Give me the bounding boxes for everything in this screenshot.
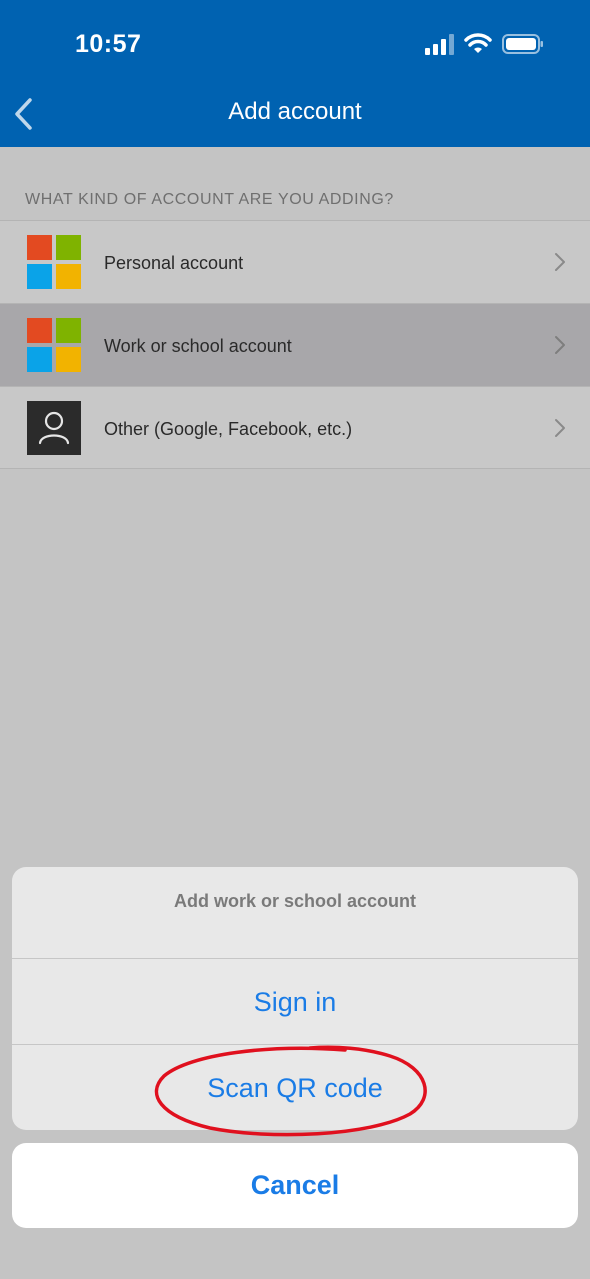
microsoft-logo-icon xyxy=(27,235,81,289)
section-header: WHAT KIND OF ACCOUNT ARE YOU ADDING? xyxy=(25,191,394,208)
chevron-right-icon xyxy=(555,253,565,271)
wifi-icon xyxy=(464,33,492,53)
sign-in-button[interactable]: Sign in xyxy=(12,958,578,1044)
chevron-right-icon xyxy=(555,419,565,437)
scan-qr-code-button[interactable]: Scan QR code xyxy=(12,1044,578,1130)
action-sheet: Add work or school account Sign in Scan … xyxy=(12,867,578,1130)
battery-icon xyxy=(502,34,543,54)
list-item-label: Work or school account xyxy=(104,336,292,356)
action-sheet-title: Add work or school account xyxy=(173,891,417,911)
status-time: 10:57 xyxy=(75,30,142,58)
list-item-work-or-school-account[interactable]: Work or school account xyxy=(0,303,590,386)
navigation-header: 10:57 Add account xyxy=(0,0,590,147)
list-item-label: Other (Google, Facebook, etc.) xyxy=(104,419,353,439)
cellular-signal-icon xyxy=(425,34,454,55)
page-title: Add account xyxy=(228,98,362,125)
list-item-label: Personal account xyxy=(104,253,244,273)
person-icon xyxy=(27,401,81,455)
cancel-button[interactable]: Cancel xyxy=(12,1143,578,1228)
account-type-list: Personal account Work or school account … xyxy=(0,220,590,469)
list-item-personal-account[interactable]: Personal account xyxy=(0,220,590,303)
chevron-right-icon xyxy=(555,336,565,354)
list-item-other-account[interactable]: Other (Google, Facebook, etc.) xyxy=(0,386,590,469)
microsoft-logo-icon xyxy=(27,318,81,372)
